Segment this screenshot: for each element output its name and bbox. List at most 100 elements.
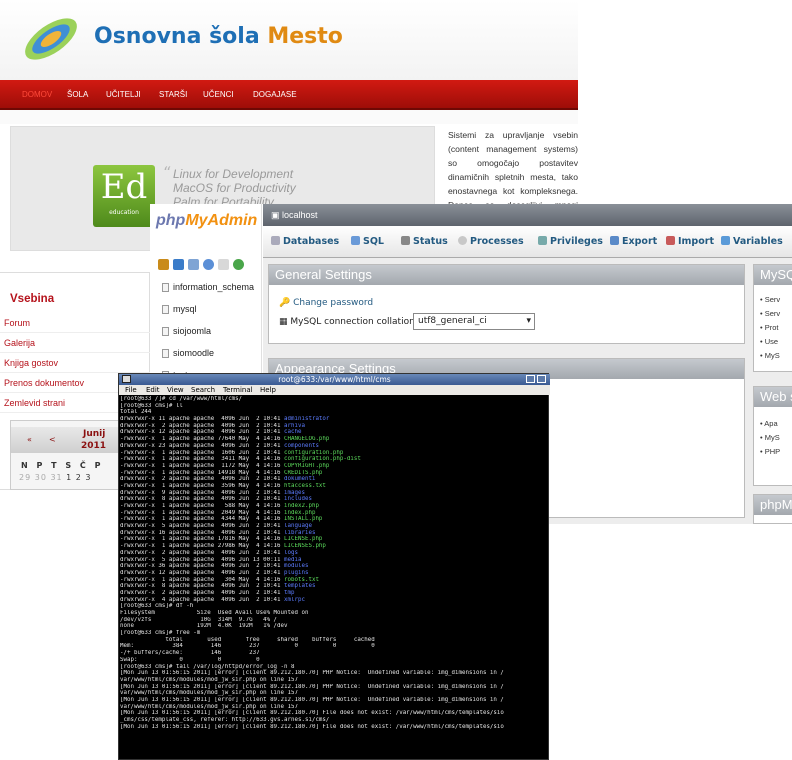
collation-select[interactable]: utf8_general_ci <box>413 313 535 330</box>
terminal-titlebar[interactable]: root@633:/var/www/html/cms <box>119 374 550 385</box>
terminal-line: [Mon Jun 13 01:56:15 2011] [error] [clie… <box>120 723 504 730</box>
site-title[interactable]: Osnovna šola Mesto <box>94 24 343 49</box>
list-item: • MyS <box>760 351 780 360</box>
collation-icon: ▦ <box>279 317 291 327</box>
nav-separator <box>0 110 578 124</box>
terminal-line: -rwxrwxr-x 1 apache apache 17816 May 4 1… <box>120 536 323 543</box>
sidebar-link-guestbook[interactable]: Knjiga gostov <box>0 353 150 373</box>
web-server-panel: Web s • Apa • MyS • PHP <box>753 386 792 486</box>
nav-item-parents[interactable]: STARŠI <box>159 80 187 110</box>
terminal-line: var/www/html/cms/modules/mod_jw_sir.php … <box>120 676 298 683</box>
nav-item-home[interactable]: DOMOV <box>22 80 52 110</box>
mysql-panel-heading: MySQ <box>754 265 792 285</box>
terminal-line: drwxrwxr-x 12 apache apache 4096 Jun 2 1… <box>120 569 309 576</box>
change-password-link[interactable]: 🔑 Change password <box>279 298 373 308</box>
sql-icon <box>351 236 360 245</box>
db-item-label: siomoodle <box>173 348 215 358</box>
tab-import[interactable]: Import <box>666 236 714 247</box>
variables-icon <box>721 236 730 245</box>
phpmyadmin-info-panel: phpM <box>753 494 792 524</box>
server-name: localhost <box>282 210 318 220</box>
collation-label: ▦ MySQL connection collation ◉ : <box>279 317 431 327</box>
terminal-filename: robots.txt <box>284 576 319 583</box>
terminal-line: -rwxrwxr-x 1 apache apache 304 May 4 14:… <box>120 576 319 583</box>
terminal-line: drwxrwxr-x 9 apache apache 4096 Jun 2 10… <box>120 489 305 496</box>
tab-status[interactable]: Status <box>401 236 448 247</box>
terminal-filename: logs <box>284 549 298 556</box>
sidebar-link-forum[interactable]: Forum <box>0 313 150 333</box>
pma-logo[interactable]: phpMyAdmin <box>156 212 257 230</box>
terminal-line: _cms/css/template_css, referer: http://6… <box>120 717 330 723</box>
tab-processes[interactable]: Processes <box>458 236 524 247</box>
nav-item-teachers[interactable]: UČITELJI <box>106 80 141 110</box>
terminal-line: drwxrwxr-x 5 apache apache 4096 Jun 13 0… <box>120 556 302 563</box>
nav-item-events[interactable]: DOGAJASE <box>253 80 297 110</box>
tab-sql[interactable]: SQL <box>351 236 384 247</box>
db-item-information-schema[interactable]: information_schema <box>150 276 262 298</box>
docs-icon[interactable] <box>188 259 199 270</box>
school-logo-icon <box>25 18 77 60</box>
nav-item-school[interactable]: ŠOLA <box>67 80 88 110</box>
tab-label: Export <box>622 236 658 247</box>
query-window-icon[interactable] <box>173 259 184 270</box>
minimize-icon[interactable] <box>526 375 535 383</box>
list-item: • Use <box>760 337 779 346</box>
tab-label: SQL <box>363 236 384 247</box>
terminal-window[interactable]: root@633:/var/www/html/cms File Edit Vie… <box>118 373 550 760</box>
mysql-info-panel: MySQ • Serv • Serv • Prot • Use • MyS <box>753 264 792 372</box>
db-item-mysql[interactable]: mysql <box>150 298 262 320</box>
terminal-line: drwxrwxr-x 23 apache apache 4096 Jun 2 1… <box>120 442 319 449</box>
menu-edit[interactable]: Edit <box>146 385 160 395</box>
server-breadcrumb[interactable]: ▣ localhost <box>263 204 792 226</box>
education-logo-mark: Ed <box>100 167 148 207</box>
close-icon[interactable] <box>537 375 546 383</box>
terminal-line: drwxrwxr-x 12 apache apache 4096 Jun 2 1… <box>120 429 302 436</box>
database-icon <box>162 283 169 293</box>
tab-databases[interactable]: Databases <box>271 236 339 247</box>
terminal-filename: includes <box>284 496 312 503</box>
terminal-filename: cache <box>284 429 302 436</box>
terminal-output[interactable]: [root@633 /]# cd /var/www/html/cms/[root… <box>120 396 548 760</box>
terminal-filename: libraries <box>284 529 316 536</box>
calendar-weekdays: N P T S Č P <box>21 461 104 470</box>
banner-quote: Linux for Development MacOS for Producti… <box>173 167 296 209</box>
terminal-line: -rwxrwxr-x 1 apache apache 3411 May 4 14… <box>120 456 361 463</box>
terminal-line: [Mon Jun 13 01:56:15 2011] [error] [clie… <box>120 683 504 690</box>
home-icon[interactable] <box>158 259 169 270</box>
tab-label: Status <box>413 236 448 247</box>
gear-icon <box>458 236 467 245</box>
tab-variables[interactable]: Variables <box>721 236 783 247</box>
menu-search[interactable]: Search <box>191 385 215 395</box>
import-icon <box>666 236 675 245</box>
menu-help[interactable]: Help <box>260 385 276 395</box>
terminal-line: drwxrwxr-x 11 apache apache 4096 Jun 2 1… <box>120 416 330 423</box>
tab-export[interactable]: Export <box>610 236 657 247</box>
menu-terminal[interactable]: Terminal <box>223 385 253 395</box>
terminal-filename: components <box>284 442 319 449</box>
terminal-line: [root@633 cms]# tail /var/log/httpd/erro… <box>120 663 295 670</box>
db-item-siomoodle[interactable]: siomoodle <box>150 342 262 364</box>
nav-item-students[interactable]: UČENCI <box>203 80 234 110</box>
terminal-filename: htaccess.txt <box>284 482 326 489</box>
calendar-prev-month-days[interactable]: 29 30 31 <box>19 473 63 482</box>
menu-view[interactable]: View <box>167 385 184 395</box>
calendar-days[interactable]: 1 2 3 <box>63 473 92 482</box>
tab-privileges[interactable]: Privileges <box>538 236 603 247</box>
menu-file[interactable]: File <box>125 385 137 395</box>
site-title-part2: Mesto <box>267 24 343 49</box>
terminal-line: [Mon Jun 13 01:56:15 2011] [error] [clie… <box>120 696 504 703</box>
terminal-line: drwxrwxr-x 5 apache apache 4096 Jun 2 10… <box>120 523 312 530</box>
calendar-prev-year-button[interactable]: « <box>27 435 32 444</box>
list-item: • Prot <box>760 323 779 332</box>
terminal-line: -rwxrwxr-x 1 apache apache 14918 May 4 1… <box>120 469 323 476</box>
page-icon[interactable] <box>218 259 229 270</box>
terminal-filename: CREDITS.php <box>284 469 323 476</box>
calendar-prev-month-button[interactable]: < <box>49 435 56 444</box>
reload-icon[interactable] <box>233 259 244 270</box>
terminal-filename: media <box>284 556 302 563</box>
phpmyadmin-panel-heading: phpM <box>754 495 792 515</box>
help-icon[interactable] <box>203 259 214 270</box>
terminal-filename: LICENSES.php <box>284 543 326 550</box>
sidebar-link-gallery[interactable]: Galerija <box>0 333 150 353</box>
db-item-siojoomla[interactable]: siojoomla <box>150 320 262 342</box>
